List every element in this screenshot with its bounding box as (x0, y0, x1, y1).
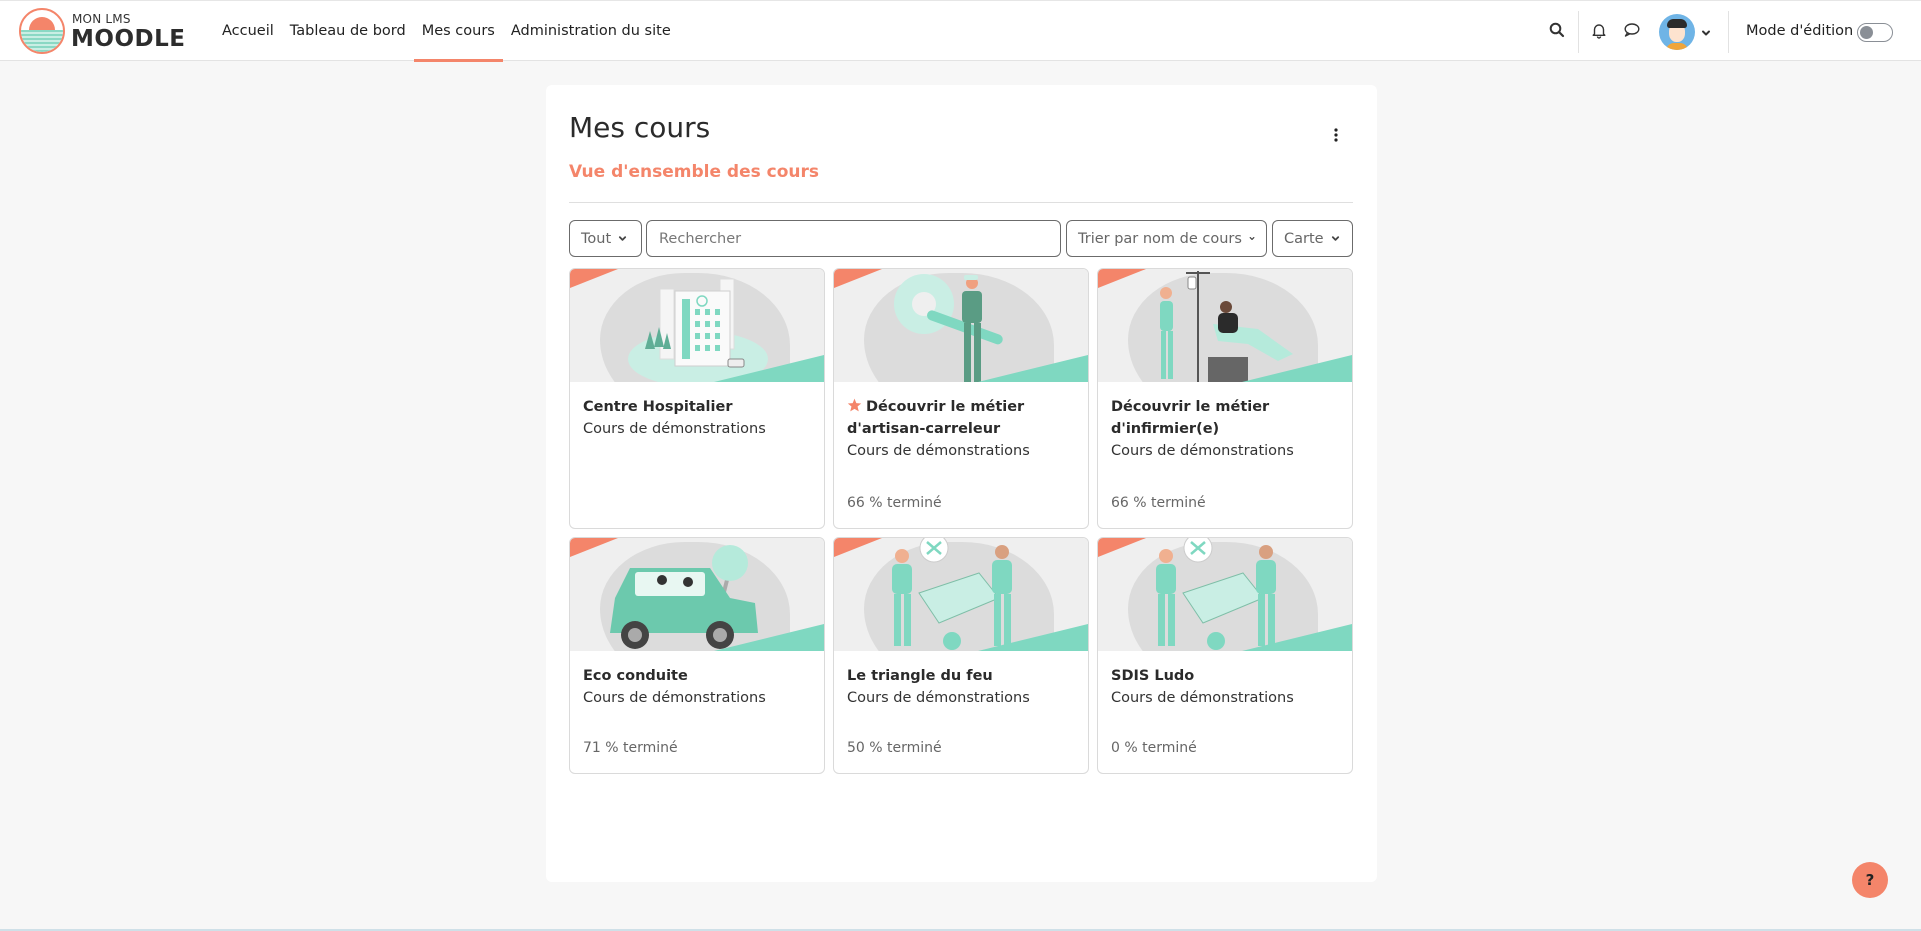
user-avatar[interactable] (1659, 14, 1695, 50)
chat-icon (1623, 23, 1640, 37)
sort-value: Trier par nom de cours (1078, 230, 1242, 247)
course-progress: 66 % terminé (1111, 495, 1206, 511)
user-menu-toggle[interactable] (1701, 23, 1711, 42)
course-card[interactable]: Découvrir le métier d'artisan-carreleur … (833, 268, 1089, 529)
course-progress: 66 % terminé (847, 495, 942, 511)
course-category: Cours de démonstrations (583, 421, 766, 437)
nav-administration[interactable]: Administration du site (503, 1, 679, 62)
page-title: Mes cours (569, 111, 711, 144)
decor-corner (978, 355, 1088, 382)
course-image (570, 538, 824, 651)
chevron-down-icon (1702, 30, 1710, 36)
course-progress: 50 % terminé (847, 740, 942, 756)
course-name[interactable]: SDIS Ludo (1111, 665, 1339, 687)
view-dropdown[interactable]: Carte (1272, 220, 1353, 257)
course-card[interactable]: Le triangle du feu Cours de démonstratio… (833, 537, 1089, 774)
nav-divider (1578, 11, 1579, 53)
chevron-down-icon (619, 236, 627, 241)
course-name[interactable]: Découvrir le métier d'infirmier(e) (1111, 396, 1339, 440)
star-icon (847, 398, 862, 412)
course-name[interactable]: Le triangle du feu (847, 665, 1075, 687)
view-value: Carte (1284, 230, 1324, 247)
section-divider (569, 202, 1353, 203)
primary-navigation: Accueil Tableau de bord Mes cours Admini… (214, 1, 679, 62)
course-category: Cours de démonstrations (583, 690, 766, 706)
course-search-input[interactable] (646, 220, 1061, 257)
grouping-value: Tout (581, 230, 612, 247)
search-icon (1549, 22, 1565, 38)
search-button[interactable] (1546, 19, 1568, 41)
decor-corner (714, 355, 824, 382)
nav-accueil[interactable]: Accueil (214, 1, 282, 62)
avatar-shirt (1666, 43, 1688, 50)
course-category: Cours de démonstrations (847, 690, 1030, 706)
course-name[interactable]: Centre Hospitalier (583, 396, 811, 418)
course-card[interactable]: Découvrir le métier d'infirmier(e) Cours… (1097, 268, 1353, 529)
course-image (1098, 269, 1352, 382)
toggle-knob (1860, 26, 1873, 39)
decor-corner (834, 269, 882, 288)
course-name[interactable]: Découvrir le métier d'artisan-carreleur (847, 396, 1075, 440)
edit-mode-label: Mode d'édition (1746, 23, 1854, 39)
decor-corner (570, 269, 618, 288)
course-image (834, 538, 1088, 651)
main-content: Mes cours Vue d'ensemble des cours Tout … (546, 85, 1377, 882)
chevron-down-icon (1331, 236, 1339, 241)
course-name[interactable]: Eco conduite (583, 665, 811, 687)
course-image (570, 269, 824, 382)
logo-subtitle: MON LMS (72, 12, 131, 26)
site-logo[interactable]: MON LMS MOODLE (19, 8, 186, 56)
help-button[interactable]: ? (1852, 862, 1888, 898)
course-card[interactable]: SDIS Ludo Cours de démonstrations 0 % te… (1097, 537, 1353, 774)
nav-tableau-de-bord[interactable]: Tableau de bord (282, 1, 414, 62)
messages-button[interactable] (1620, 19, 1642, 41)
section-title: Vue d'ensemble des cours (569, 162, 820, 182)
page-actions-menu[interactable] (1326, 125, 1346, 145)
sort-dropdown[interactable]: Trier par nom de cours (1066, 220, 1267, 257)
decor-corner (1242, 624, 1352, 651)
course-progress: 71 % terminé (583, 740, 678, 756)
course-card[interactable]: Centre Hospitalier Cours de démonstratio… (569, 268, 825, 529)
logo-title: MOODLE (71, 26, 186, 52)
bell-icon (1592, 23, 1606, 39)
course-image (1098, 538, 1352, 651)
logo-emblem (19, 8, 65, 54)
decor-corner (570, 538, 618, 557)
course-progress: 0 % terminé (1111, 740, 1197, 756)
course-name-text: Découvrir le métier d'artisan-carreleur (847, 399, 1025, 437)
nav-mes-cours[interactable]: Mes cours (413, 1, 504, 62)
decor-corner (834, 538, 882, 557)
nav-divider (1728, 11, 1729, 53)
course-category: Cours de démonstrations (1111, 443, 1294, 459)
course-image (834, 269, 1088, 382)
logo-sea-icon (21, 30, 63, 52)
course-category: Cours de démonstrations (847, 443, 1030, 459)
decor-corner (1098, 269, 1146, 288)
kebab-menu-icon (1334, 128, 1338, 142)
course-card[interactable]: Eco conduite Cours de démonstrations 71 … (569, 537, 825, 774)
chevron-down-icon (1249, 236, 1255, 241)
course-category: Cours de démonstrations (1111, 690, 1294, 706)
grouping-dropdown[interactable]: Tout (569, 220, 642, 257)
avatar-hair (1667, 19, 1687, 28)
notifications-button[interactable] (1588, 19, 1610, 41)
edit-mode-toggle[interactable] (1857, 23, 1893, 42)
decor-corner (1098, 538, 1146, 557)
decor-corner (714, 624, 824, 651)
decor-corner (1242, 355, 1352, 382)
top-navbar: MON LMS MOODLE Accueil Tableau de bord M… (0, 0, 1921, 62)
decor-corner (978, 624, 1088, 651)
